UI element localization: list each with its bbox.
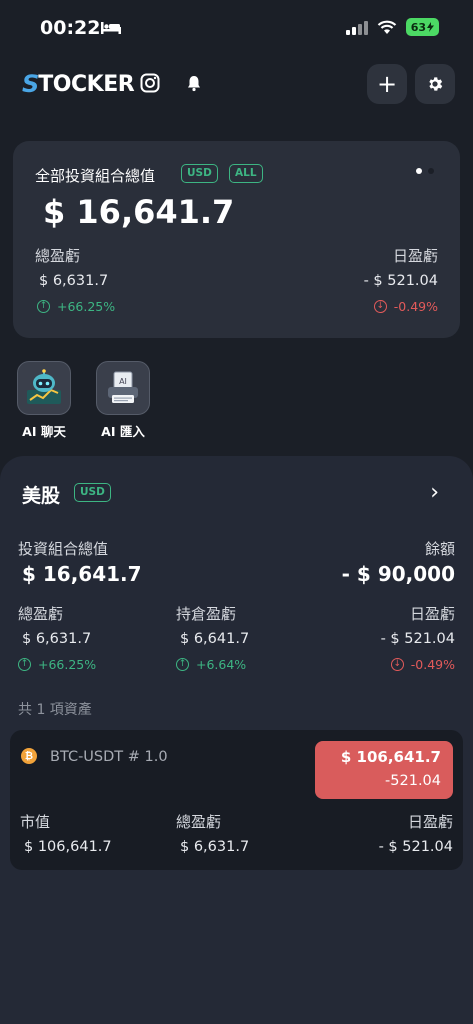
- app-header: S TOCKER +: [0, 62, 473, 106]
- holding-pl-percent: ↑ +6.64%: [176, 657, 246, 672]
- charging-bolt-icon: [427, 22, 434, 32]
- currency-tag[interactable]: USD: [181, 164, 218, 183]
- holding-pl-label: 持倉盈虧: [176, 605, 237, 623]
- wifi-icon: [377, 20, 396, 34]
- asset-day-pl-label: 日盈虧: [407, 813, 453, 831]
- stocker-logo: S TOCKER: [22, 70, 135, 98]
- market-currency-tag: USD: [74, 483, 111, 502]
- portfolio-total-value: $ 16,641.7: [43, 193, 235, 231]
- market-title[interactable]: 美股: [22, 481, 60, 508]
- arrow-down-circle-icon: ↓: [373, 300, 387, 313]
- day-pl-label: 日盈虧: [392, 247, 438, 265]
- asset-price: $ 106,641.7: [340, 748, 441, 766]
- market-total-pl-percent-text: +66.25%: [38, 657, 97, 672]
- battery-indicator: 63: [405, 18, 439, 36]
- total-pl-label: 總盈虧: [35, 247, 81, 265]
- asset-price-box: $ 106,641.7 -521.04: [315, 741, 453, 799]
- carousel-dots: [416, 168, 434, 174]
- arrow-up-circle-icon: ↑: [37, 300, 50, 313]
- total-pl-percent: ↑ +66.25%: [37, 299, 115, 314]
- asset-day-pl-value: - $ 521.04: [378, 839, 453, 855]
- instagram-icon[interactable]: [140, 73, 160, 93]
- asset-name: BTC-USDT # 1.0: [50, 749, 168, 765]
- market-value-label: 市值: [20, 813, 51, 831]
- balance-value: - $ 90,000: [341, 562, 455, 586]
- ai-import-label: AI 匯入: [101, 424, 145, 439]
- balance-label: 餘額: [424, 540, 455, 558]
- total-pl-percent-text: +66.25%: [57, 299, 116, 314]
- battery-level: 63: [410, 20, 426, 34]
- plus-icon: +: [376, 70, 398, 98]
- portfolio-title: 全部投資組合總值: [35, 167, 156, 185]
- bell-icon[interactable]: [185, 74, 203, 92]
- day-pl-value: - $ 521.04: [363, 273, 438, 289]
- market-value: $ 16,641.7: [22, 562, 142, 586]
- gear-icon: [429, 77, 443, 91]
- logo-wordmark: TOCKER: [38, 71, 135, 97]
- asset-total-pl-value: $ 6,631.7: [180, 839, 250, 855]
- ai-import-button[interactable]: AI: [96, 361, 150, 415]
- market-total-pl-label: 總盈虧: [18, 605, 64, 623]
- bitcoin-icon: ₿: [21, 748, 37, 764]
- asset-price-change: -521.04: [385, 773, 441, 789]
- asset-count: 共 1 項資產: [18, 702, 92, 718]
- ai-chat-button[interactable]: [17, 361, 71, 415]
- holding-pl-value: $ 6,641.7: [180, 631, 250, 647]
- market-day-pl-percent-text: -0.49%: [410, 657, 455, 672]
- market-total-pl-percent: ↑ +66.25%: [18, 657, 96, 672]
- market-day-pl-label: 日盈虧: [409, 605, 455, 623]
- status-bar: 00:22 63: [0, 0, 473, 56]
- asset-market-value: $ 106,641.7: [24, 839, 112, 855]
- logo-mark: S: [22, 70, 39, 98]
- market-value-label: 投資組合總值: [18, 540, 109, 558]
- svg-text:AI: AI: [119, 377, 127, 386]
- portfolio-summary-card[interactable]: 全部投資組合總值 USD ALL $ 16,641.7 總盈虧 $ 6,631.…: [13, 141, 460, 338]
- chevron-right-icon[interactable]: ›: [430, 480, 439, 505]
- asset-symbol: BTC-USDT: [50, 749, 124, 765]
- market-total-pl-value: $ 6,631.7: [22, 631, 92, 647]
- ai-scanner-icon: AI: [108, 371, 138, 403]
- status-time: 00:22: [40, 17, 101, 39]
- status-icons: 63: [345, 18, 439, 36]
- day-pl-percent: ↓ -0.49%: [373, 299, 438, 314]
- asset-row-btc-usdt[interactable]: ₿ BTC-USDT # 1.0 $ 106,641.7 -521.04 市值 …: [10, 730, 463, 870]
- sleep-mode-icon: [101, 22, 121, 34]
- holding-pl-percent-text: +6.64%: [196, 657, 247, 672]
- asset-total-pl-label: 總盈虧: [176, 813, 222, 831]
- asset-quantity: # 1.0: [127, 749, 168, 765]
- ai-robot-icon: [27, 369, 61, 404]
- arrow-up-circle-icon: ↑: [176, 658, 189, 671]
- add-button[interactable]: +: [367, 64, 407, 104]
- settings-button[interactable]: [415, 64, 455, 104]
- scope-tag[interactable]: ALL: [229, 164, 263, 183]
- ai-chat-label: AI 聊天: [22, 424, 66, 439]
- day-pl-percent-text: -0.49%: [393, 299, 438, 314]
- market-day-pl-percent: ↓ -0.49%: [390, 657, 455, 672]
- market-day-pl-value: - $ 521.04: [380, 631, 455, 647]
- total-pl-value: $ 6,631.7: [39, 273, 109, 289]
- arrow-up-circle-icon: ↑: [18, 658, 31, 671]
- cellular-signal-icon: [345, 19, 368, 35]
- arrow-down-circle-icon: ↓: [390, 658, 404, 671]
- us-stocks-panel: 美股 USD › 投資組合總值 $ 16,641.7 餘額 - $ 90,000…: [0, 456, 473, 1024]
